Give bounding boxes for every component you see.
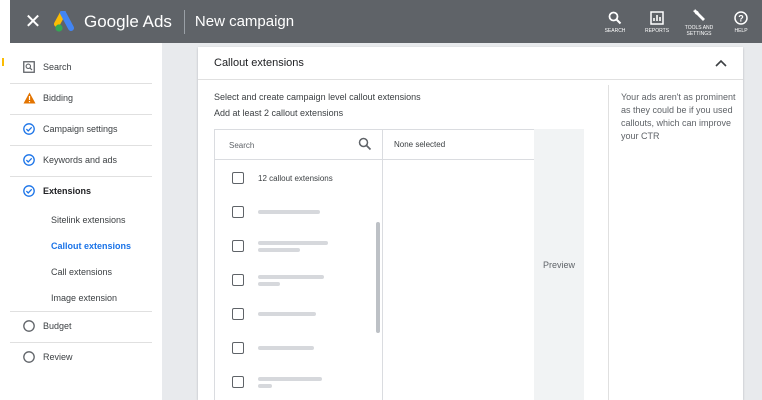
item-checkbox[interactable] — [232, 308, 244, 320]
item-checkbox[interactable] — [232, 342, 244, 354]
blurred-text — [258, 312, 316, 316]
top-app-bar: ✕ Google Ads New campaign SEARCH REPORTS — [10, 0, 762, 43]
sidebar-subitem-label: Callout extensions — [51, 241, 132, 251]
sidebar-item-label: Search — [43, 62, 72, 72]
preview-pane: Preview — [534, 129, 584, 400]
reports-button[interactable]: REPORTS — [636, 0, 678, 43]
list-item[interactable] — [215, 263, 375, 297]
list-item[interactable] — [215, 195, 375, 229]
sidebar-item-bidding[interactable]: Bidding — [10, 85, 162, 111]
list-item[interactable] — [215, 365, 375, 399]
search-icon — [607, 10, 623, 26]
callout-extensions-panel: Callout extensions Select and create cam… — [198, 47, 743, 400]
empty-circle-icon — [22, 319, 36, 333]
sidebar-divider — [10, 311, 152, 312]
sidebar-subitem-image[interactable]: Image extension — [10, 287, 162, 309]
item-checkbox[interactable] — [232, 274, 244, 286]
chevron-up-icon[interactable] — [713, 55, 729, 71]
callout-list: 12 callout extensions — [215, 160, 383, 400]
panel-title: Callout extensions — [214, 57, 304, 69]
sidebar-divider — [10, 114, 152, 115]
blurred-text — [258, 346, 314, 350]
select-all-checkbox[interactable] — [232, 172, 244, 184]
page-title: New campaign — [194, 13, 295, 30]
main-content: Callout extensions Select and create cam… — [162, 43, 762, 400]
check-circle-icon — [22, 122, 36, 136]
sidebar-item-keywords-ads[interactable]: Keywords and ads — [10, 147, 162, 173]
search-button-label: SEARCH — [604, 27, 626, 34]
requirement-text: Add at least 2 callout extensions — [214, 108, 344, 118]
sidebar-item-label: Extensions — [43, 186, 92, 196]
sidebar-item-search[interactable]: Search — [10, 54, 162, 80]
sidebar-divider — [10, 176, 152, 177]
item-checkbox[interactable] — [232, 206, 244, 218]
preview-label: Preview — [542, 259, 575, 270]
google-ads-logo — [54, 9, 78, 33]
search-input[interactable] — [229, 137, 349, 153]
edge-marker — [2, 58, 4, 66]
sidebar-item-extensions[interactable]: Extensions — [10, 178, 162, 204]
item-checkbox[interactable] — [232, 240, 244, 252]
reports-icon — [649, 10, 665, 26]
sidebar-item-label: Review — [43, 352, 73, 362]
sidebar-divider — [10, 145, 152, 146]
brand-name: Google Ads — [84, 11, 172, 31]
warning-icon — [22, 91, 36, 105]
search-button[interactable]: SEARCH — [594, 0, 636, 43]
sidebar-subitem-label: Call extensions — [51, 267, 113, 277]
list-scrollbar[interactable] — [376, 222, 380, 333]
wrench-icon — [691, 7, 707, 23]
item-checkbox[interactable] — [232, 376, 244, 388]
reports-button-label: REPORTS — [644, 27, 670, 34]
sidebar-item-label: Keywords and ads — [43, 155, 118, 165]
sidebar-subitem-sitelink[interactable]: Sitelink extensions — [10, 209, 162, 231]
sidebar-subitem-call[interactable]: Call extensions — [10, 261, 162, 283]
close-icon[interactable]: ✕ — [20, 9, 46, 35]
check-circle-icon — [22, 184, 36, 198]
select-all-row[interactable]: 12 callout extensions — [215, 161, 375, 195]
panel-header[interactable]: Callout extensions — [198, 47, 743, 80]
sidebar-subitem-label: Sitelink extensions — [51, 215, 126, 225]
left-edge — [0, 43, 10, 400]
sidebar-item-campaign-settings[interactable]: Campaign settings — [10, 116, 162, 142]
help-button-label: HELP — [734, 27, 748, 34]
blurred-text — [258, 274, 324, 286]
sidebar-item-budget[interactable]: Budget — [10, 313, 162, 339]
top-actions: SEARCH REPORTS TOOLS AND SETTINGS ? HELP — [594, 0, 762, 43]
sidebar-item-label: Campaign settings — [43, 124, 118, 134]
empty-circle-icon — [22, 350, 36, 364]
callout-selector: None selected 12 callout extensions — [214, 129, 550, 400]
search-network-icon — [22, 60, 36, 74]
sidebar-subitem-callout[interactable]: Callout extensions — [10, 235, 162, 257]
tools-settings-label: TOOLS AND SETTINGS — [684, 24, 714, 37]
sidebar-divider — [10, 83, 152, 84]
list-item[interactable] — [215, 297, 375, 331]
check-circle-icon — [22, 153, 36, 167]
search-row — [215, 130, 383, 160]
list-item[interactable] — [215, 331, 375, 365]
selected-summary: None selected — [383, 130, 549, 160]
sidebar-divider — [10, 342, 152, 343]
sidebar-subitem-label: Image extension — [51, 293, 118, 303]
help-icon: ? — [733, 10, 749, 26]
search-icon[interactable] — [358, 137, 372, 151]
help-button[interactable]: ? HELP — [720, 0, 762, 43]
sidebar-nav: Search Bidding Campaign settings Keyword… — [10, 43, 162, 400]
blurred-text — [258, 210, 320, 214]
svg-text:?: ? — [738, 13, 744, 23]
select-all-label: 12 callout extensions — [258, 173, 333, 183]
blurred-text — [258, 240, 328, 252]
ctr-tip: Your ads aren't as prominent as they cou… — [608, 85, 738, 400]
sidebar-item-label: Budget — [43, 321, 72, 331]
tools-settings-button[interactable]: TOOLS AND SETTINGS — [678, 0, 720, 43]
instruction-text: Select and create campaign level callout… — [214, 92, 421, 102]
title-divider — [183, 9, 185, 34]
sidebar-item-review[interactable]: Review — [10, 344, 162, 370]
blurred-text — [258, 376, 322, 388]
list-item[interactable] — [215, 229, 375, 263]
sidebar-item-label: Bidding — [43, 93, 74, 103]
